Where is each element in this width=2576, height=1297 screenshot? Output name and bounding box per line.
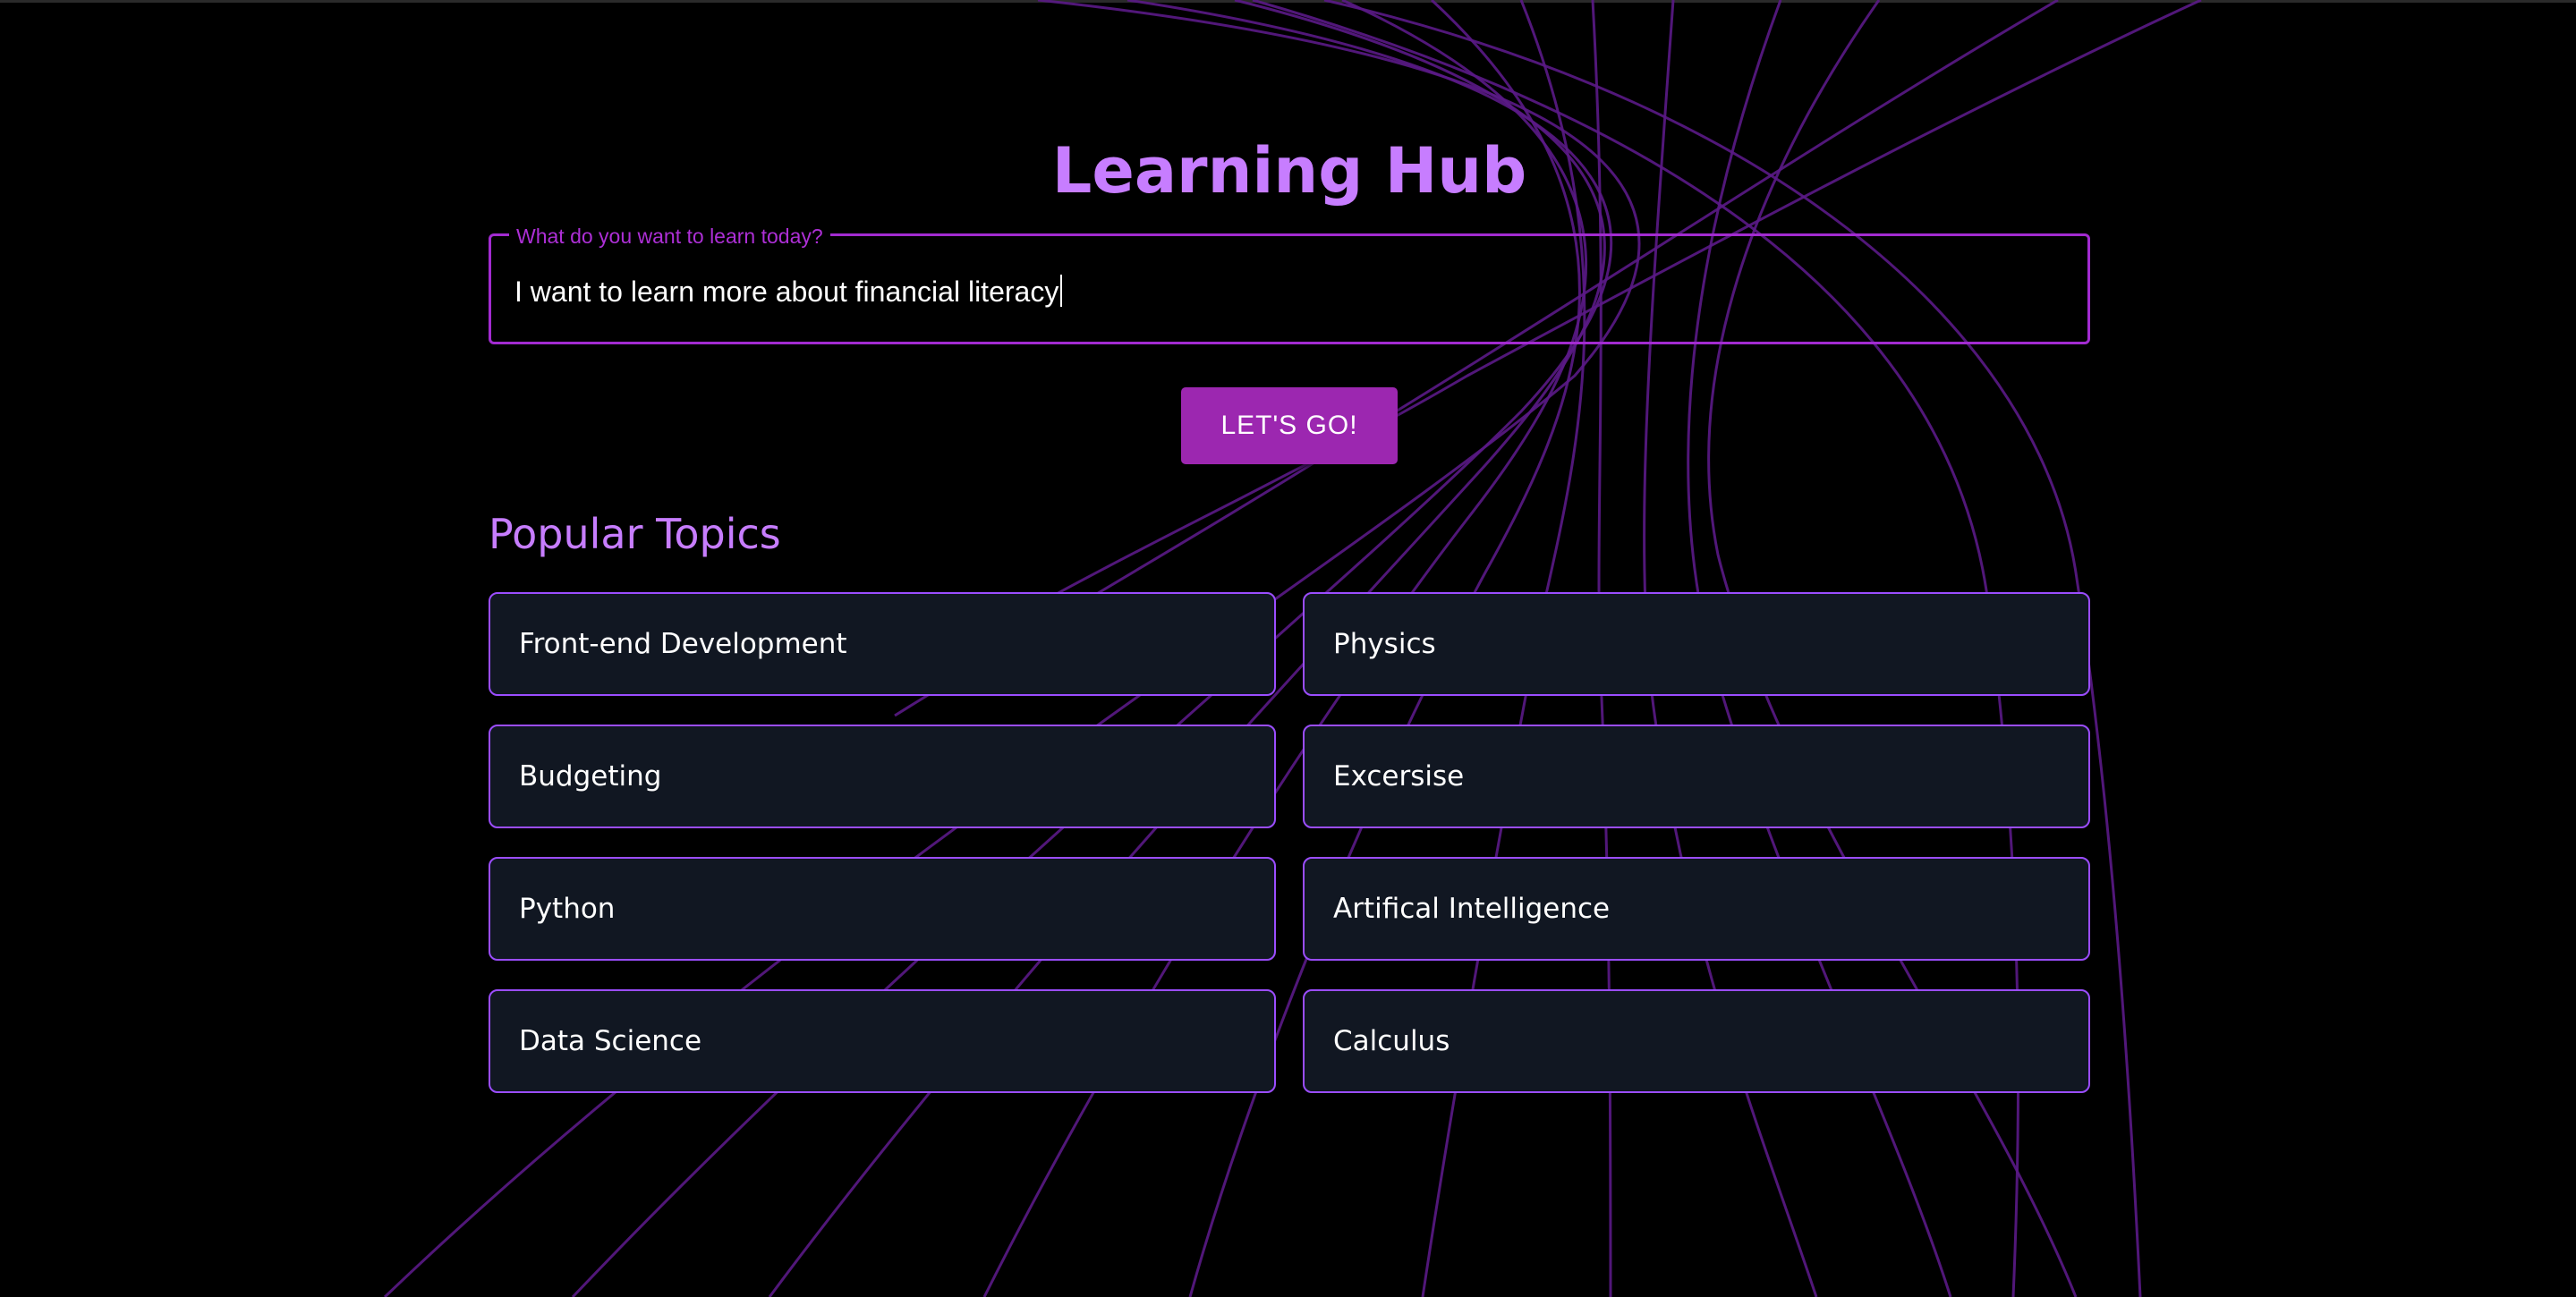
topic-card-artifical-intelligence[interactable]: Artifical Intelligence [1303, 857, 2090, 961]
main-container: Learning Hub What do you want to learn t… [489, 0, 2090, 1297]
topic-card-calculus[interactable]: Calculus [1303, 989, 2090, 1093]
topic-label: Excersise [1333, 760, 1465, 793]
topic-card-physics[interactable]: Physics [1303, 592, 2090, 696]
learning-query-input[interactable]: I want to learn more about financial lit… [514, 274, 2062, 309]
popular-topics-heading: Popular Topics [489, 510, 781, 558]
learning-query-label: What do you want to learn today? [509, 225, 830, 247]
topic-label: Artifical Intelligence [1333, 893, 1611, 925]
topics-grid: Front-end Development Physics Budgeting … [489, 592, 2090, 1093]
learning-query-field: What do you want to learn today? I want … [489, 225, 2090, 344]
topic-label: Budgeting [519, 760, 662, 793]
topic-card-python[interactable]: Python [489, 857, 1276, 961]
topic-card-budgeting[interactable]: Budgeting [489, 725, 1276, 828]
lets-go-button[interactable]: LET'S GO! [1181, 387, 1398, 464]
topic-card-data-science[interactable]: Data Science [489, 989, 1276, 1093]
text-caret [1060, 275, 1063, 307]
topic-label: Front-end Development [519, 628, 847, 660]
page-title: Learning Hub [1051, 134, 1527, 208]
learning-query-value: I want to learn more about financial lit… [514, 276, 1059, 308]
topic-label: Physics [1333, 628, 1436, 660]
topic-label: Data Science [519, 1025, 702, 1057]
topic-card-excersise[interactable]: Excersise [1303, 725, 2090, 828]
topic-card-front-end-development[interactable]: Front-end Development [489, 592, 1276, 696]
topic-label: Python [519, 893, 616, 925]
topic-label: Calculus [1333, 1025, 1450, 1057]
